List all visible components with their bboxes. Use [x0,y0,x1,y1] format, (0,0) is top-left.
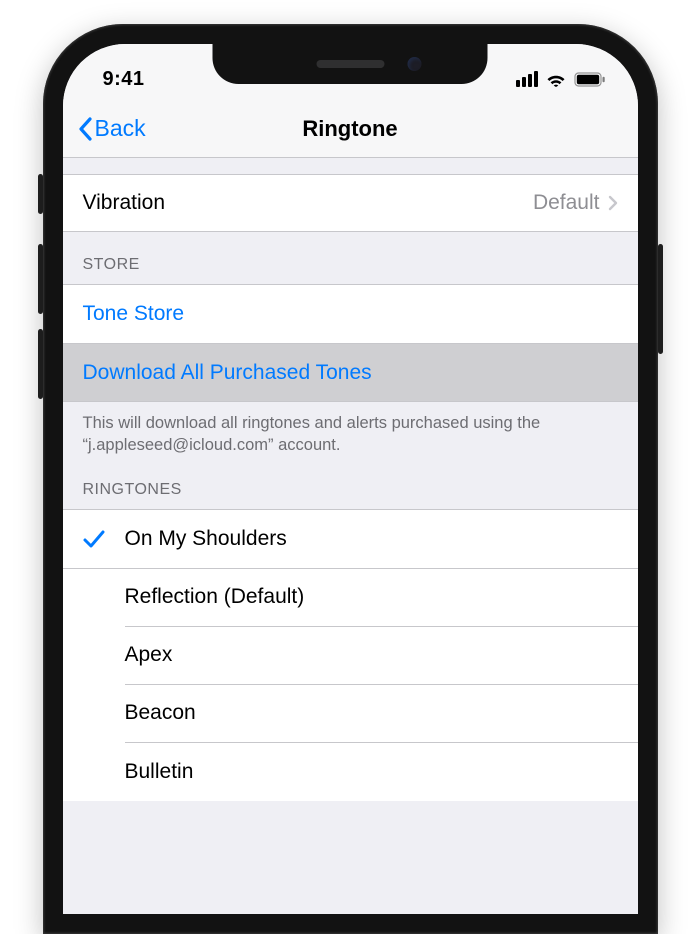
cellular-signal-icon [516,71,538,87]
ringtones-section-header: RINGTONES [63,457,638,509]
ringtone-row[interactable]: Reflection (Default) [63,569,638,627]
ringtone-row[interactable]: Apex [63,627,638,685]
navigation-bar: Back Ringtone [63,100,638,158]
chevron-left-icon [77,117,93,141]
page-title: Ringtone [63,116,638,142]
ringtone-label: Bulletin [125,760,194,784]
vibration-cell[interactable]: Vibration Default [63,174,638,232]
store-section-footer: This will download all ringtones and ale… [63,402,638,457]
mute-switch [38,174,43,214]
download-all-purchased-tones-link[interactable]: Download All Purchased Tones [63,343,638,401]
vibration-label: Vibration [83,191,166,215]
tone-store-link[interactable]: Tone Store [63,285,638,343]
back-button[interactable]: Back [77,115,146,142]
volume-up-button [38,244,43,314]
store-section-header: STORE [63,232,638,284]
power-button [658,244,663,354]
ringtone-list: On My Shoulders Reflection (Default) Ape… [63,509,638,801]
volume-down-button [38,329,43,399]
front-camera [408,57,422,71]
notch [213,44,488,84]
chevron-right-icon [608,195,618,211]
ringtone-label: Reflection (Default) [125,585,305,609]
ringtone-label: On My Shoulders [125,527,287,551]
ringtone-row[interactable]: Bulletin [63,743,638,801]
ringtone-label: Apex [125,643,173,667]
ringtone-row[interactable]: Beacon [63,685,638,743]
speaker-grille [316,60,384,68]
status-time: 9:41 [91,68,145,91]
battery-icon [574,72,606,87]
screen: 9:41 Back Ringtone [63,44,638,914]
download-all-label: Download All Purchased Tones [83,361,372,385]
wifi-icon [545,71,567,87]
ringtone-label: Beacon [125,701,196,725]
back-label: Back [95,115,146,142]
ringtone-row-selected[interactable]: On My Shoulders [63,510,638,569]
checkmark-icon [82,528,106,550]
vibration-value: Default [533,191,600,215]
phone-frame: 9:41 Back Ringtone [43,24,658,934]
tone-store-label: Tone Store [83,302,185,326]
store-group: Tone Store Download All Purchased Tones [63,284,638,402]
content-scroll[interactable]: Vibration Default STORE Tone Store Downl… [63,158,638,801]
